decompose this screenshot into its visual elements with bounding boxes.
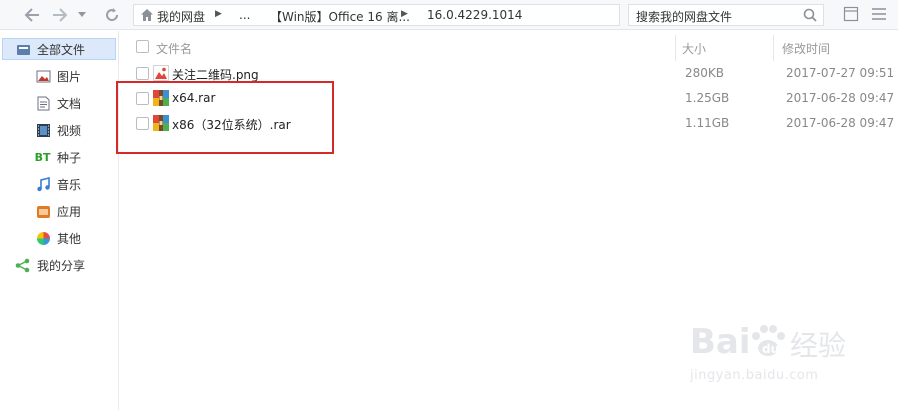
sidebar-item-apps[interactable]: 应用 (0, 200, 118, 222)
list-view-icon[interactable] (871, 6, 887, 22)
share-icon (15, 258, 30, 272)
breadcrumb-item[interactable]: 【Win版】Office 16 离... (270, 8, 410, 25)
sidebar-item-label: 其他 (57, 231, 82, 246)
file-modified: 2017-06-28 09:47 (786, 91, 895, 105)
arrow-left-icon (24, 8, 39, 22)
sidebar-item-label: 全部文件 (37, 42, 86, 57)
search-input[interactable]: 搜索我的网盘文件 (636, 8, 732, 25)
watermark-url: jingyan.baidu.com (690, 368, 819, 383)
paw-icon: du (752, 325, 785, 356)
file-name[interactable]: x64.rar (172, 91, 215, 105)
archive-file-icon (153, 90, 169, 106)
row-checkbox[interactable] (136, 67, 149, 80)
music-icon (37, 176, 50, 191)
history-dropdown[interactable] (75, 5, 89, 25)
table-row[interactable]: x64.rar 1.25GB 2017-06-28 09:47 (120, 85, 898, 109)
table-row[interactable]: x86（32位系统）.rar 1.11GB 2017-06-28 09:47 (120, 110, 898, 134)
refresh-button[interactable] (102, 5, 122, 25)
sidebar-item-images[interactable]: 图片 (0, 65, 118, 87)
column-header-modified[interactable]: 修改时间 (782, 40, 830, 57)
file-size: 1.25GB (685, 91, 730, 105)
detail-view-icon[interactable] (843, 6, 859, 22)
toolbar: 我的网盘 ▶ ... 【Win版】Office 16 离... ▶ 16.0.4… (0, 0, 898, 30)
sidebar-item-other[interactable]: 其他 (0, 227, 118, 249)
sidebar-item-label: 种子 (57, 150, 82, 165)
breadcrumb-item[interactable]: 我的网盘 (157, 8, 205, 25)
app-icon (37, 205, 50, 218)
sidebar-item-label: 图片 (57, 69, 82, 84)
file-name[interactable]: 关注二维码.png (172, 66, 259, 83)
search-box[interactable]: 搜索我的网盘文件 (628, 4, 824, 26)
sidebar: 全部文件 图片 文档 视频 BT 种子 音乐 应用 其他 我的分享 (0, 31, 119, 410)
sidebar-item-label: 音乐 (57, 177, 82, 192)
column-header-size[interactable]: 大小 (682, 40, 706, 57)
file-size: 280KB (685, 66, 725, 80)
other-icon (37, 231, 50, 245)
sidebar-item-label: 文档 (57, 96, 82, 111)
sidebar-item-documents[interactable]: 文档 (0, 92, 118, 114)
row-checkbox[interactable] (136, 117, 149, 130)
column-divider[interactable] (675, 35, 676, 61)
file-modified: 2017-07-27 09:51 (786, 66, 895, 80)
table-row[interactable]: 关注二维码.png 280KB 2017-07-27 09:51 (120, 61, 898, 85)
breadcrumb-item[interactable]: 16.0.4229.1014 (427, 8, 522, 22)
sidebar-item-label: 视频 (57, 123, 82, 138)
document-icon (37, 96, 50, 110)
breadcrumb-separator-icon[interactable]: ▶ (401, 9, 408, 19)
archive-file-icon (153, 115, 169, 131)
sidebar-item-all-files[interactable]: 全部文件 (2, 38, 116, 60)
forward-button[interactable] (50, 5, 70, 25)
watermark: Bai du 经验 jingyan.baidu.com (690, 322, 850, 392)
svg-text:du: du (762, 342, 779, 356)
breadcrumb-separator-icon[interactable]: ▶ (215, 9, 222, 19)
search-icon[interactable] (803, 8, 817, 22)
chevron-down-icon (78, 12, 86, 17)
sidebar-item-label: 我的分享 (37, 258, 86, 273)
breadcrumb-item[interactable]: ... (239, 8, 250, 22)
sidebar-item-my-shares[interactable]: 我的分享 (0, 254, 118, 276)
image-icon (36, 70, 51, 82)
column-header-name[interactable]: 文件名 (156, 40, 192, 57)
watermark-brand: Bai (690, 322, 751, 362)
folder-icon (17, 44, 30, 55)
image-file-icon (153, 65, 169, 81)
sidebar-item-music[interactable]: 音乐 (0, 173, 118, 195)
column-divider[interactable] (773, 35, 774, 61)
file-size: 1.11GB (685, 116, 730, 130)
watermark-brand-cn: 经验 (790, 329, 847, 362)
breadcrumb: 我的网盘 ▶ ... 【Win版】Office 16 离... ▶ 16.0.4… (133, 4, 620, 26)
sidebar-item-torrents[interactable]: BT 种子 (0, 146, 118, 168)
video-icon (37, 123, 50, 137)
file-name[interactable]: x86（32位系统）.rar (172, 116, 291, 133)
arrow-right-icon (53, 8, 68, 22)
refresh-icon (106, 8, 119, 22)
file-modified: 2017-06-28 09:47 (786, 116, 895, 130)
back-button[interactable] (22, 5, 42, 25)
sidebar-item-videos[interactable]: 视频 (0, 119, 118, 141)
home-icon[interactable] (140, 8, 154, 22)
row-checkbox[interactable] (136, 92, 149, 105)
select-all-checkbox[interactable] (136, 40, 149, 53)
sidebar-item-label: 应用 (57, 204, 82, 219)
bt-icon: BT (34, 150, 51, 164)
